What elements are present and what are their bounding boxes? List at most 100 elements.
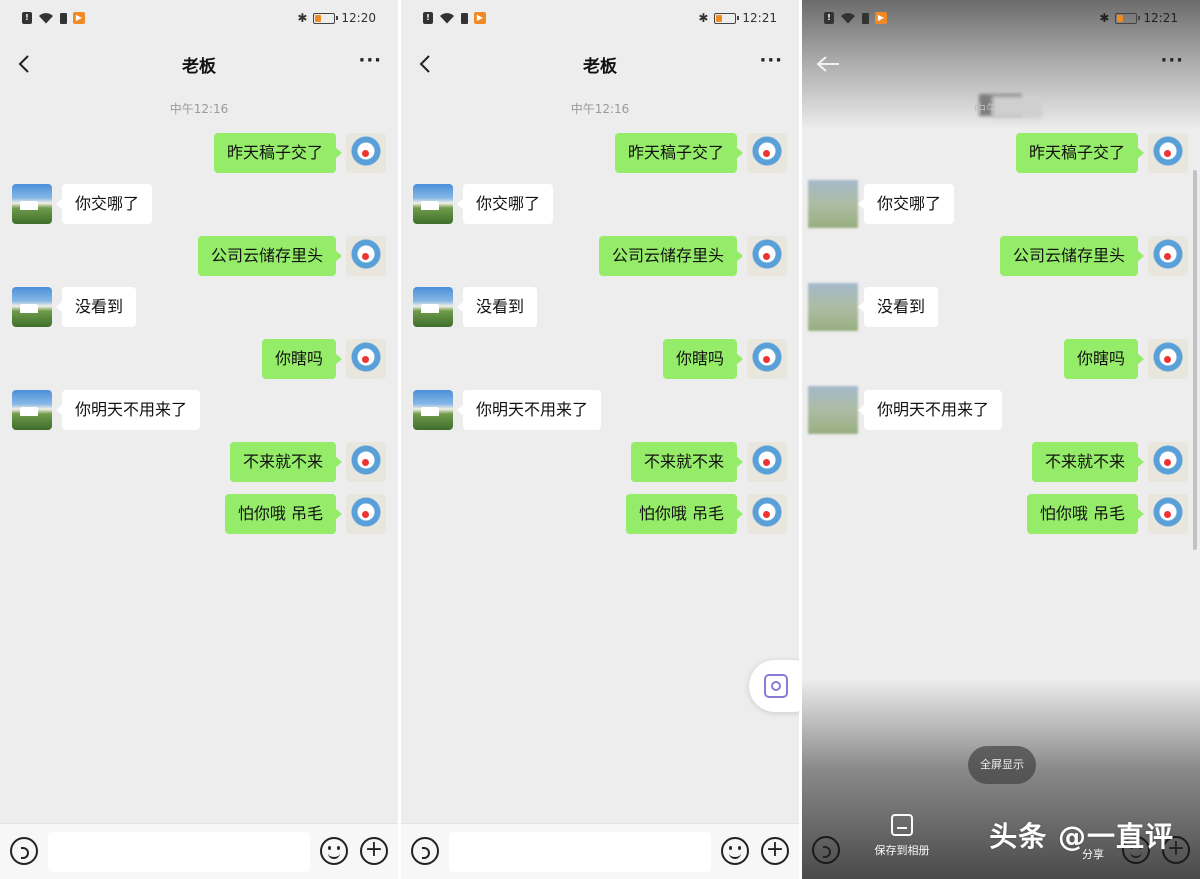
contact-avatar[interactable] <box>413 287 453 327</box>
notification-icon: ! <box>824 12 834 24</box>
my-avatar[interactable] <box>747 442 787 482</box>
message-row: 不来就不来 <box>401 442 799 484</box>
my-avatar[interactable] <box>747 236 787 276</box>
plus-icon[interactable]: + <box>761 837 789 865</box>
emoji-icon[interactable] <box>721 837 749 865</box>
save-icon <box>891 814 913 836</box>
message-row: 没看到 <box>0 287 398 329</box>
my-avatar <box>1148 133 1188 173</box>
notification-icon: ! <box>423 12 433 24</box>
more-options-icon[interactable]: ··· <box>358 50 382 71</box>
message-row: 没看到 <box>401 287 799 329</box>
message-bubble-received[interactable]: 没看到 <box>456 287 538 327</box>
message-bubble-sent[interactable]: 公司云储存里头 <box>598 236 744 276</box>
my-avatar[interactable] <box>346 339 386 379</box>
chat-title: 老板 <box>182 57 216 77</box>
message-bubble-sent[interactable]: 你瞎吗 <box>662 339 744 379</box>
message-bubble-received[interactable]: 你交哪了 <box>55 184 153 224</box>
app-notification-icon: ▶ <box>875 12 887 24</box>
voice-input-icon[interactable] <box>411 837 439 865</box>
screenshot-button[interactable] <box>749 660 799 712</box>
my-avatar[interactable] <box>346 133 386 173</box>
screenshot-preview-panel: ! ▶ ✱ 12:21 ··· 中午 昨天稿子交了 你交哪了 公司云储存里头 没… <box>802 0 1200 879</box>
status-icons-left: ! ▶ <box>824 12 887 24</box>
my-avatar[interactable] <box>346 236 386 276</box>
chat-input-bar: + <box>401 823 799 879</box>
my-avatar[interactable] <box>747 133 787 173</box>
chat-title: 老板 <box>583 57 617 77</box>
message-row: 你交哪了 <box>802 180 1200 228</box>
save-to-album-button[interactable]: 保存到相册 <box>872 814 932 858</box>
more-options-icon[interactable]: ··· <box>759 50 783 71</box>
my-avatar[interactable] <box>747 494 787 534</box>
status-bar: ! ▶ ✱ 12:21 <box>802 0 1200 40</box>
message-bubble-received[interactable]: 你交哪了 <box>456 184 554 224</box>
message-bubble-received[interactable]: 没看到 <box>55 287 137 327</box>
sim-icon <box>461 12 468 24</box>
message-row: 你交哪了 <box>401 184 799 226</box>
wifi-icon <box>841 13 855 24</box>
more-options-icon[interactable]: ··· <box>1160 50 1184 71</box>
message-row: 公司云储存里头 <box>0 236 398 278</box>
bluetooth-icon: ✱ <box>698 11 709 25</box>
notification-icon: ! <box>22 12 32 24</box>
blurred-contact-avatar <box>808 283 858 331</box>
wifi-icon <box>440 13 454 24</box>
message-bubble-received: 没看到 <box>857 287 939 327</box>
emoji-icon[interactable] <box>320 837 348 865</box>
message-input[interactable] <box>449 832 711 872</box>
message-bubble-sent[interactable]: 昨天稿子交了 <box>614 133 744 173</box>
clock: 12:20 <box>341 11 376 25</box>
message-bubble-received[interactable]: 你明天不用来了 <box>55 390 201 430</box>
chat-panel-2: ! ▶ ✱ 12:21 老板 ··· 中午12:16 昨天稿子交了 你交哪了 公… <box>401 0 799 879</box>
message-bubble-received[interactable]: 你明天不用来了 <box>456 390 602 430</box>
contact-avatar[interactable] <box>413 184 453 224</box>
my-avatar <box>1148 236 1188 276</box>
fullscreen-button[interactable]: 全屏显示 <box>968 746 1036 784</box>
status-bar: ! ▶ ✱ 12:21 <box>401 0 799 40</box>
blurred-timestamp <box>992 96 1042 118</box>
contact-avatar[interactable] <box>413 390 453 430</box>
sim-icon <box>60 12 67 24</box>
contact-avatar[interactable] <box>12 287 52 327</box>
message-row: 不来就不来 <box>0 442 398 484</box>
save-label: 保存到相册 <box>874 844 930 857</box>
message-timestamp: 中午12:16 <box>570 102 630 116</box>
message-bubble-sent[interactable]: 怕你哦 吊毛 <box>224 494 343 534</box>
app-notification-icon: ▶ <box>474 12 486 24</box>
back-arrow-icon[interactable] <box>814 52 842 76</box>
my-avatar[interactable] <box>346 494 386 534</box>
message-timestamp: 中午12:16 <box>169 102 229 116</box>
message-bubble-sent[interactable]: 你瞎吗 <box>261 339 343 379</box>
message-row: 怕你哦 吊毛 <box>401 494 799 536</box>
my-avatar[interactable] <box>747 339 787 379</box>
message-bubble-sent: 不来就不来 <box>1031 442 1145 482</box>
status-icons-right: ✱ 12:21 <box>1099 11 1178 25</box>
blurred-contact-avatar <box>808 180 858 228</box>
plus-icon[interactable]: + <box>360 837 388 865</box>
contact-avatar[interactable] <box>12 184 52 224</box>
my-avatar[interactable] <box>346 442 386 482</box>
message-bubble-received: 你交哪了 <box>857 184 955 224</box>
status-bar: ! ▶ ✱ 12:20 <box>0 0 398 40</box>
chat-header: 老板 ··· <box>0 42 398 86</box>
bluetooth-icon: ✱ <box>1099 11 1110 25</box>
chat-input-bar: + <box>0 823 398 879</box>
battery-icon <box>714 12 740 24</box>
message-bubble-sent[interactable]: 怕你哦 吊毛 <box>625 494 744 534</box>
voice-input-icon[interactable] <box>10 837 38 865</box>
wifi-icon <box>39 13 53 24</box>
preview-scrollbar[interactable] <box>1193 170 1197 550</box>
message-bubble-sent[interactable]: 公司云储存里头 <box>197 236 343 276</box>
message-input[interactable] <box>48 832 310 872</box>
contact-avatar[interactable] <box>12 390 52 430</box>
battery-icon <box>1115 12 1141 24</box>
message-bubble-sent[interactable]: 不来就不来 <box>229 442 343 482</box>
message-row: 公司云储存里头 <box>802 236 1200 278</box>
clock: 12:21 <box>1143 11 1178 25</box>
message-row: 没看到 <box>802 283 1200 331</box>
message-bubble-sent[interactable]: 不来就不来 <box>630 442 744 482</box>
message-bubble-sent[interactable]: 昨天稿子交了 <box>213 133 343 173</box>
message-row: 昨天稿子交了 <box>802 133 1200 175</box>
clock: 12:21 <box>742 11 777 25</box>
